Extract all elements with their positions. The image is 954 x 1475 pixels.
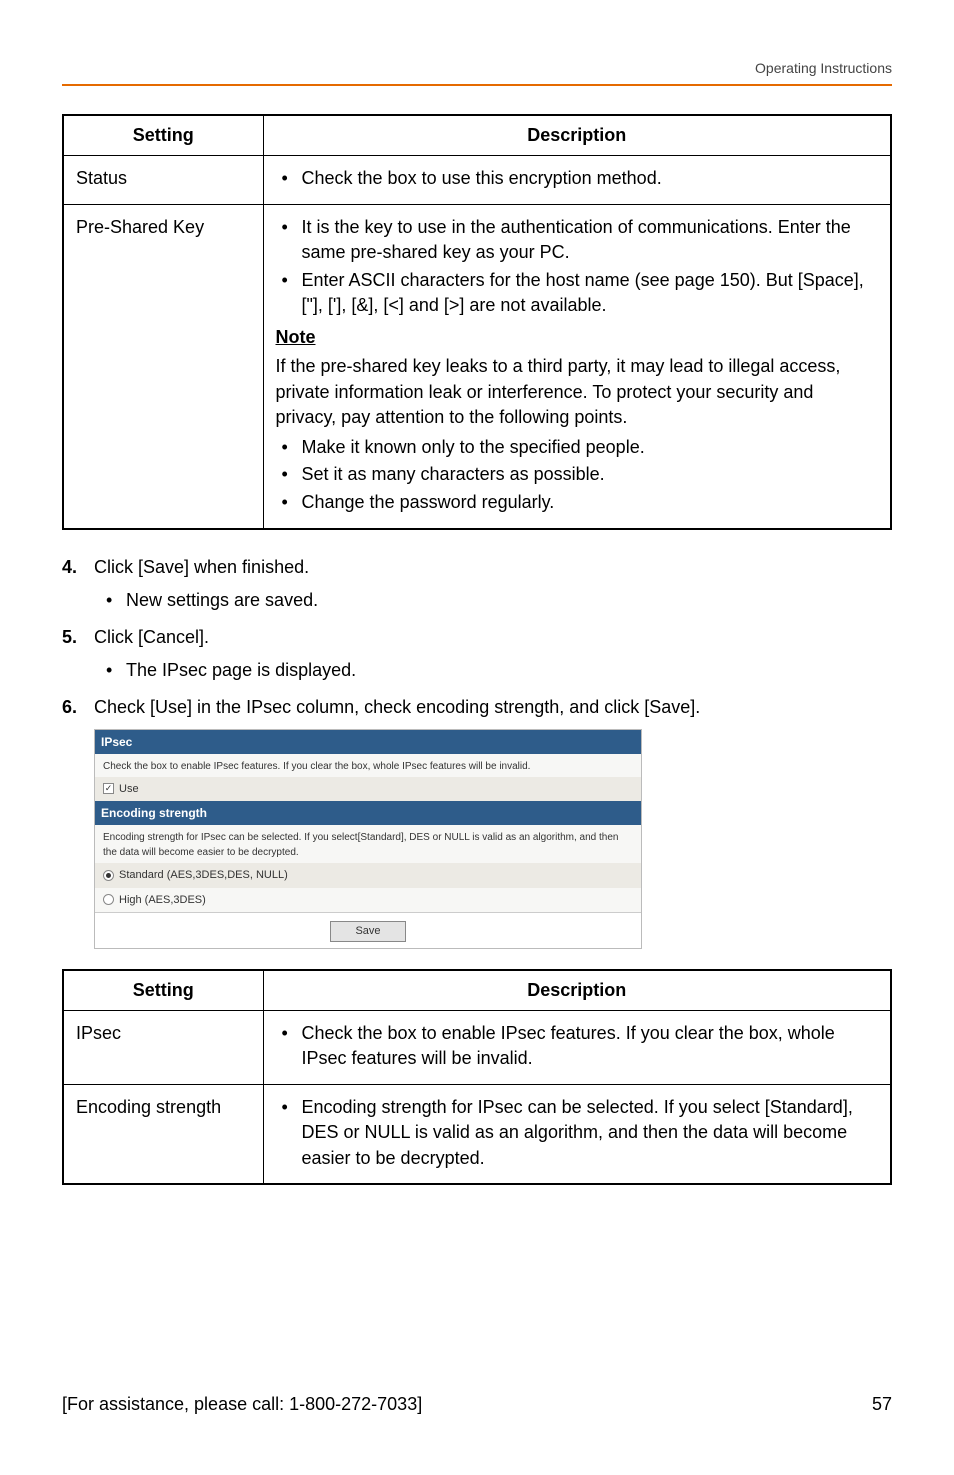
ipsec-panel-screenshot: IPsec Check the box to enable IPsec feat…	[94, 729, 642, 949]
cell-desc-psk: It is the key to use in the authenticati…	[263, 204, 891, 529]
panel-use-label: Use	[119, 781, 139, 798]
panel-header-encoding: Encoding strength	[95, 801, 641, 825]
th-setting: Setting	[63, 115, 263, 156]
table-row: Encoding strength Encoding strength for …	[63, 1084, 891, 1184]
panel-opt-high[interactable]: High (AES,3DES)	[95, 888, 641, 913]
page-footer: [For assistance, please call: 1-800-272-…	[0, 1394, 954, 1415]
panel-save-bar: Save	[95, 912, 641, 948]
header-title: Operating Instructions	[62, 60, 892, 76]
step-5: 5. Click [Cancel].	[62, 624, 892, 651]
bullet: Check the box to use this encryption met…	[276, 166, 879, 192]
bullet: Check the box to enable IPsec features. …	[276, 1021, 879, 1072]
radio-standard-icon[interactable]	[103, 870, 114, 881]
checkbox-use-icon[interactable]	[103, 783, 114, 794]
note-heading: Note	[276, 325, 879, 351]
settings-table-1: Setting Description Status Check the box…	[62, 114, 892, 530]
cell-setting-psk: Pre-Shared Key	[63, 204, 263, 529]
cell-desc-enc: Encoding strength for IPsec can be selec…	[263, 1084, 891, 1184]
bullet: It is the key to use in the authenticati…	[276, 215, 879, 266]
panel-enc-desc: Encoding strength for IPsec can be selec…	[95, 825, 641, 863]
bullet: Encoding strength for IPsec can be selec…	[276, 1095, 879, 1172]
step-number: 5.	[62, 624, 94, 651]
step-text: Click [Save] when finished.	[94, 554, 892, 581]
cell-setting-enc: Encoding strength	[63, 1084, 263, 1184]
step-4: 4. Click [Save] when finished.	[62, 554, 892, 581]
th-setting: Setting	[63, 970, 263, 1011]
step-text: Check [Use] in the IPsec column, check e…	[94, 694, 892, 721]
note-paragraph: If the pre-shared key leaks to a third p…	[276, 354, 879, 431]
th-description: Description	[263, 115, 891, 156]
cell-setting-status: Status	[63, 156, 263, 205]
step-number: 6.	[62, 694, 94, 721]
steps-list: 4. Click [Save] when finished. New setti…	[62, 554, 892, 949]
step-text: Click [Cancel].	[94, 624, 892, 651]
bullet: Enter ASCII characters for the host name…	[276, 268, 879, 319]
panel-opt-high-label: High (AES,3DES)	[119, 892, 206, 909]
table-row: Pre-Shared Key It is the key to use in t…	[63, 204, 891, 529]
cell-setting-ipsec: IPsec	[63, 1010, 263, 1084]
cell-desc-status: Check the box to use this encryption met…	[263, 156, 891, 205]
panel-opt-standard[interactable]: Standard (AES,3DES,DES, NULL)	[95, 863, 641, 888]
step-number: 4.	[62, 554, 94, 581]
panel-header-ipsec: IPsec	[95, 730, 641, 754]
radio-high-icon[interactable]	[103, 894, 114, 905]
bullet: Set it as many characters as possible.	[276, 462, 879, 488]
cell-desc-ipsec: Check the box to enable IPsec features. …	[263, 1010, 891, 1084]
panel-opt-standard-label: Standard (AES,3DES,DES, NULL)	[119, 867, 288, 884]
table-row: Status Check the box to use this encrypt…	[63, 156, 891, 205]
panel-ipsec-desc: Check the box to enable IPsec features. …	[95, 754, 641, 777]
step-6: 6. Check [Use] in the IPsec column, chec…	[62, 694, 892, 721]
footer-page-number: 57	[872, 1394, 892, 1415]
panel-use-row[interactable]: Use	[95, 777, 641, 802]
th-description: Description	[263, 970, 891, 1011]
step-sub: New settings are saved.	[102, 587, 892, 614]
footer-assist: [For assistance, please call: 1-800-272-…	[62, 1394, 422, 1415]
bullet: Make it known only to the specified peop…	[276, 435, 879, 461]
save-button[interactable]: Save	[330, 921, 405, 942]
step-sub: The IPsec page is displayed.	[102, 657, 892, 684]
table-row: IPsec Check the box to enable IPsec feat…	[63, 1010, 891, 1084]
header-rule	[62, 84, 892, 86]
bullet: Change the password regularly.	[276, 490, 879, 516]
settings-table-2: Setting Description IPsec Check the box …	[62, 969, 892, 1186]
